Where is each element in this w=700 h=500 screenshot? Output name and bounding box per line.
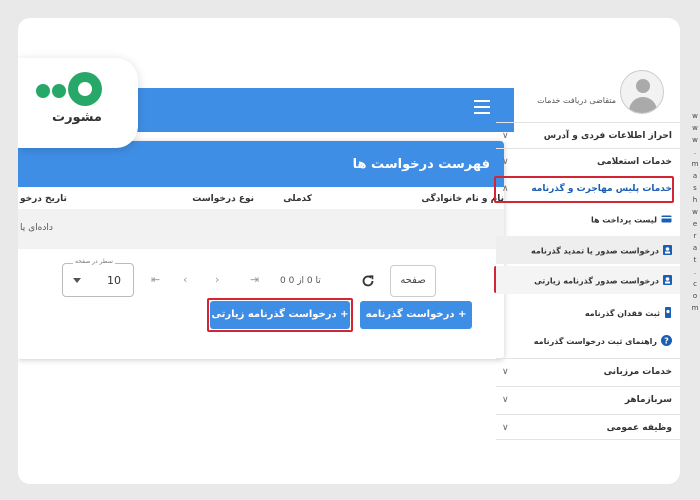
plus-icon: + bbox=[336, 309, 349, 320]
chevron-down-icon: ∨ bbox=[502, 423, 509, 433]
next-page-icon[interactable]: › bbox=[215, 273, 219, 286]
sub-item-passport-guide[interactable]: ? راهنمای ثبت درخواست گذرنامه bbox=[496, 326, 680, 354]
page-label[interactable]: صفحه bbox=[390, 265, 436, 297]
screenshot-frame: مشورت فهرست درخواست ها نام و نام خانوادگ… bbox=[18, 18, 680, 484]
user-profile: متقاضی دریافت خدمات bbox=[500, 68, 680, 122]
first-page-icon[interactable]: ⇤ bbox=[151, 273, 160, 286]
svg-text:?: ? bbox=[664, 337, 669, 346]
watermark: www.mashwerat.com bbox=[691, 112, 699, 312]
chevron-down-icon: ∨ bbox=[502, 367, 509, 377]
badge-icon bbox=[663, 245, 672, 257]
help-icon: ? bbox=[661, 335, 672, 348]
menu-skilled-soldier[interactable]: سربازماهر ∨ bbox=[496, 386, 680, 412]
passport-request-button[interactable]: + درخواست گذرنامه bbox=[360, 301, 472, 329]
badge-icon bbox=[663, 275, 672, 287]
chevron-down-icon: ∨ bbox=[502, 131, 509, 141]
menu-identity[interactable]: احراز اطلاعات فردی و آدرس ∨ bbox=[496, 122, 680, 148]
column-header-date[interactable]: تاریخ درخو bbox=[20, 194, 67, 204]
sub-item-lost-passport[interactable]: ثبت فقدان گذرنامه bbox=[496, 298, 680, 326]
column-header-name[interactable]: نام و نام خانوادگی bbox=[421, 194, 504, 204]
rows-per-page-select[interactable]: سطر در صفحه 10 bbox=[62, 258, 134, 297]
hamburger-icon[interactable] bbox=[474, 100, 490, 114]
menu-border-services[interactable]: خدمات مرزبانی ∨ bbox=[496, 358, 680, 384]
previous-page-icon[interactable]: ‹ bbox=[183, 273, 187, 286]
logo-text: مشورت bbox=[52, 110, 102, 125]
table-header: نام و نام خانوادگی کدملی نوع درخواست تار… bbox=[18, 187, 504, 209]
sidebar: متقاضی دریافت خدمات احراز اطلاعات فردی و… bbox=[494, 68, 680, 468]
range-text: 0 تا 0 از 0 bbox=[280, 276, 321, 286]
no-data-row: داده‌ای یا bbox=[18, 209, 504, 249]
no-data-text: داده‌ای یا bbox=[20, 223, 53, 233]
menu-public-duty[interactable]: وظیفه عمومی ∨ bbox=[496, 414, 680, 440]
column-header-national-id[interactable]: کدملی bbox=[283, 194, 312, 204]
refresh-icon[interactable] bbox=[361, 274, 375, 288]
site-logo bbox=[18, 58, 138, 148]
last-page-icon[interactable]: ⇥ bbox=[250, 273, 259, 286]
column-header-request-type[interactable]: نوع درخواست bbox=[192, 194, 254, 204]
chevron-down-icon: ∨ bbox=[502, 395, 509, 405]
card-icon bbox=[661, 215, 672, 225]
menu-inquiry[interactable]: خدمات استعلامی ∨ bbox=[496, 148, 680, 174]
rows-per-page-caption: سطر در صفحه bbox=[73, 258, 115, 265]
profile-name: متقاضی دریافت خدمات bbox=[537, 96, 616, 105]
sub-item-payments[interactable]: لیست پرداخت ها bbox=[496, 206, 680, 234]
passport-icon bbox=[664, 307, 672, 320]
pilgrimage-passport-request-button[interactable]: + درخواست گذرنامه زیارتی bbox=[210, 301, 350, 329]
plus-icon: + bbox=[454, 309, 467, 320]
dropdown-arrow-icon bbox=[73, 278, 81, 283]
chevron-up-icon: ∧ bbox=[502, 184, 509, 194]
sub-item-renew-passport[interactable]: درخواست صدور یا تمدید گذرنامه bbox=[496, 236, 680, 264]
rows-per-page-value: 10 bbox=[107, 274, 121, 287]
sub-item-pilgrimage-passport[interactable]: درخواست صدور گذرنامه زیارتی bbox=[496, 266, 680, 294]
chevron-down-icon: ∨ bbox=[502, 157, 509, 167]
avatar-icon[interactable] bbox=[620, 70, 664, 114]
menu-police-passport[interactable]: خدمات پلیس مهاجرت و گذرنامه ∧ bbox=[496, 176, 680, 202]
